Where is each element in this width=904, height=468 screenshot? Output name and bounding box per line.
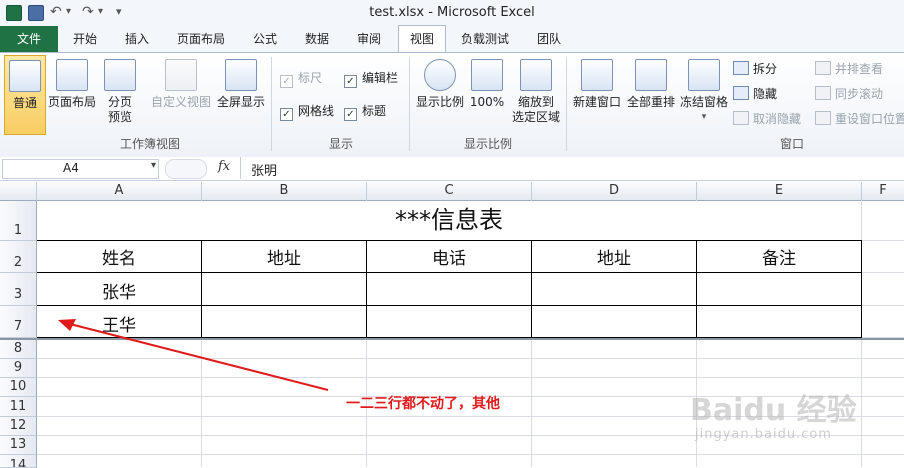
normal-view-label: 普通 [12,96,37,110]
arrange-all-label: 全部重排 [626,95,675,109]
hide-button[interactable]: 隐藏 [733,86,777,102]
tab-page-layout[interactable]: 页面布局 [168,26,234,52]
watermark-logo: Baidu 经验 [690,393,857,428]
name-box-dropdown-icon[interactable]: ▾ [151,160,156,171]
new-window-icon [581,59,613,91]
freeze-panes-button[interactable]: 冻结窗格 ▾ [678,59,730,125]
workbook-views-group-label: 工作簿视图 [119,137,180,151]
page-break-label-1: 分页 [107,95,132,109]
baidu-watermark: Baidu 经验 jingyan.baidu.com [690,385,890,455]
custom-views-button[interactable]: 自定义视图 [150,59,212,110]
unhide-icon [733,111,749,125]
custom-views-label: 自定义视图 [150,95,211,109]
sync-scroll-icon [815,86,831,100]
formula-bar-toggle[interactable] [165,159,207,179]
group-separator [566,57,567,151]
normal-view-icon [9,60,41,92]
unhide-button[interactable]: 取消隐藏 [733,111,801,127]
tab-review[interactable]: 审阅 [346,26,392,52]
headings-label: 标题 [362,104,387,118]
zoom-100-button[interactable]: 100% [468,59,506,110]
unhide-label: 取消隐藏 [753,112,802,126]
name-box-value: A4 [63,161,79,175]
arrow-line [69,323,329,391]
hide-icon [733,86,749,100]
freeze-panes-dropdown-icon[interactable]: ▾ [678,110,730,125]
name-box[interactable]: A4 ▾ [2,159,159,179]
reset-position-label: 重设窗口位置 [835,112,904,126]
formula-bar-checkbox[interactable]: ✓ 编辑栏 [344,70,399,88]
split-button[interactable]: 拆分 [733,61,777,77]
zoom-button[interactable]: 显示比例 [414,59,466,110]
custom-views-icon [165,59,197,91]
side-by-side-label: 并排查看 [835,62,884,76]
hide-label: 隐藏 [753,87,778,101]
zoom-label: 显示比例 [415,95,464,109]
split-label: 拆分 [753,62,778,76]
gridlines-checkbox[interactable]: ✓ 网格线 [280,103,335,121]
watermark-url: jingyan.baidu.com [695,427,832,442]
page-layout-label: 页面布局 [47,95,96,109]
tab-insert[interactable]: 插入 [114,26,160,52]
page-layout-view-button[interactable]: 页面布局 [46,59,98,110]
zoom-to-selection-label-2: 选定区域 [511,110,560,124]
freeze-panes-label: 冻结窗格 [679,95,728,109]
page-layout-icon [56,59,88,91]
tab-team[interactable]: 团队 [526,26,572,52]
tab-formulas[interactable]: 公式 [242,26,288,52]
headings-checkbox[interactable]: ✓ 标题 [344,103,387,121]
ruler-checkbox[interactable]: ✓ 标尺 [280,70,323,88]
zoom-to-selection-label-1: 缩放到 [517,95,554,109]
full-screen-icon [225,59,257,91]
tab-data[interactable]: 数据 [294,26,340,52]
show-group-label: 显示 [328,137,353,151]
arrange-all-icon [635,59,667,91]
formula-bar-label: 编辑栏 [362,71,399,85]
ribbon-tabs: 文件 开始 插入 页面布局 公式 数据 审阅 视图 负载测试 团队 [0,25,904,53]
title-bar: ↶ ▾ ↷ ▾ ▾ test.xlsx - Microsoft Excel [0,0,904,27]
sync-scroll-label: 同步滚动 [835,87,884,101]
view-side-by-side-button[interactable]: 并排查看 [815,61,883,77]
page-break-label-2: 预览 [107,110,132,124]
new-window-label: 新建窗口 [572,95,621,109]
gridlines-label: 网格线 [298,104,335,118]
magnifier-icon [424,59,456,91]
reset-position-icon [815,111,831,125]
zoom-group-label: 显示比例 [463,137,512,151]
formula-value: 张明 [251,164,278,179]
tab-view[interactable]: 视图 [398,25,446,53]
arrange-all-button[interactable]: 全部重排 [624,59,678,110]
tab-home[interactable]: 开始 [62,26,108,52]
side-by-side-icon [815,61,831,75]
page-break-preview-button[interactable]: 分页 预览 [100,59,140,125]
split-icon [733,61,749,75]
zoom-to-selection-button[interactable]: 缩放到 选定区域 [508,59,564,125]
normal-view-button[interactable]: 普通 [4,55,46,135]
tab-load-test[interactable]: 负载测试 [452,26,518,52]
ruler-label: 标尺 [298,71,323,85]
zoom-100-icon [471,59,503,91]
reset-window-position-button[interactable]: 重设窗口位置 [815,111,904,127]
ribbon: 普通 页面布局 分页 预览 自定义视图 全屏显示 工作簿视图 ✓ 标尺 ✓ 编辑栏 … [0,52,904,158]
annotation-text: 一二三行都不动了，其他 [346,396,500,412]
formula-bar: A4 ▾ fx 张明 [0,157,904,181]
formula-input[interactable]: 张明 [240,157,903,179]
freeze-panes-icon [688,59,720,91]
window-group-label: 窗口 [779,137,804,151]
window-title: test.xlsx - Microsoft Excel [369,5,535,20]
page-break-icon [104,59,136,91]
full-screen-label: 全屏显示 [216,95,265,109]
new-window-button[interactable]: 新建窗口 [570,59,624,110]
insert-function-icon[interactable]: fx [218,159,230,174]
zoom-to-selection-icon [520,59,552,91]
full-screen-button[interactable]: 全屏显示 [214,59,268,110]
tab-file[interactable]: 文件 [0,26,58,52]
zoom-100-label: 100% [469,95,505,109]
sync-scroll-button[interactable]: 同步滚动 [815,86,883,102]
